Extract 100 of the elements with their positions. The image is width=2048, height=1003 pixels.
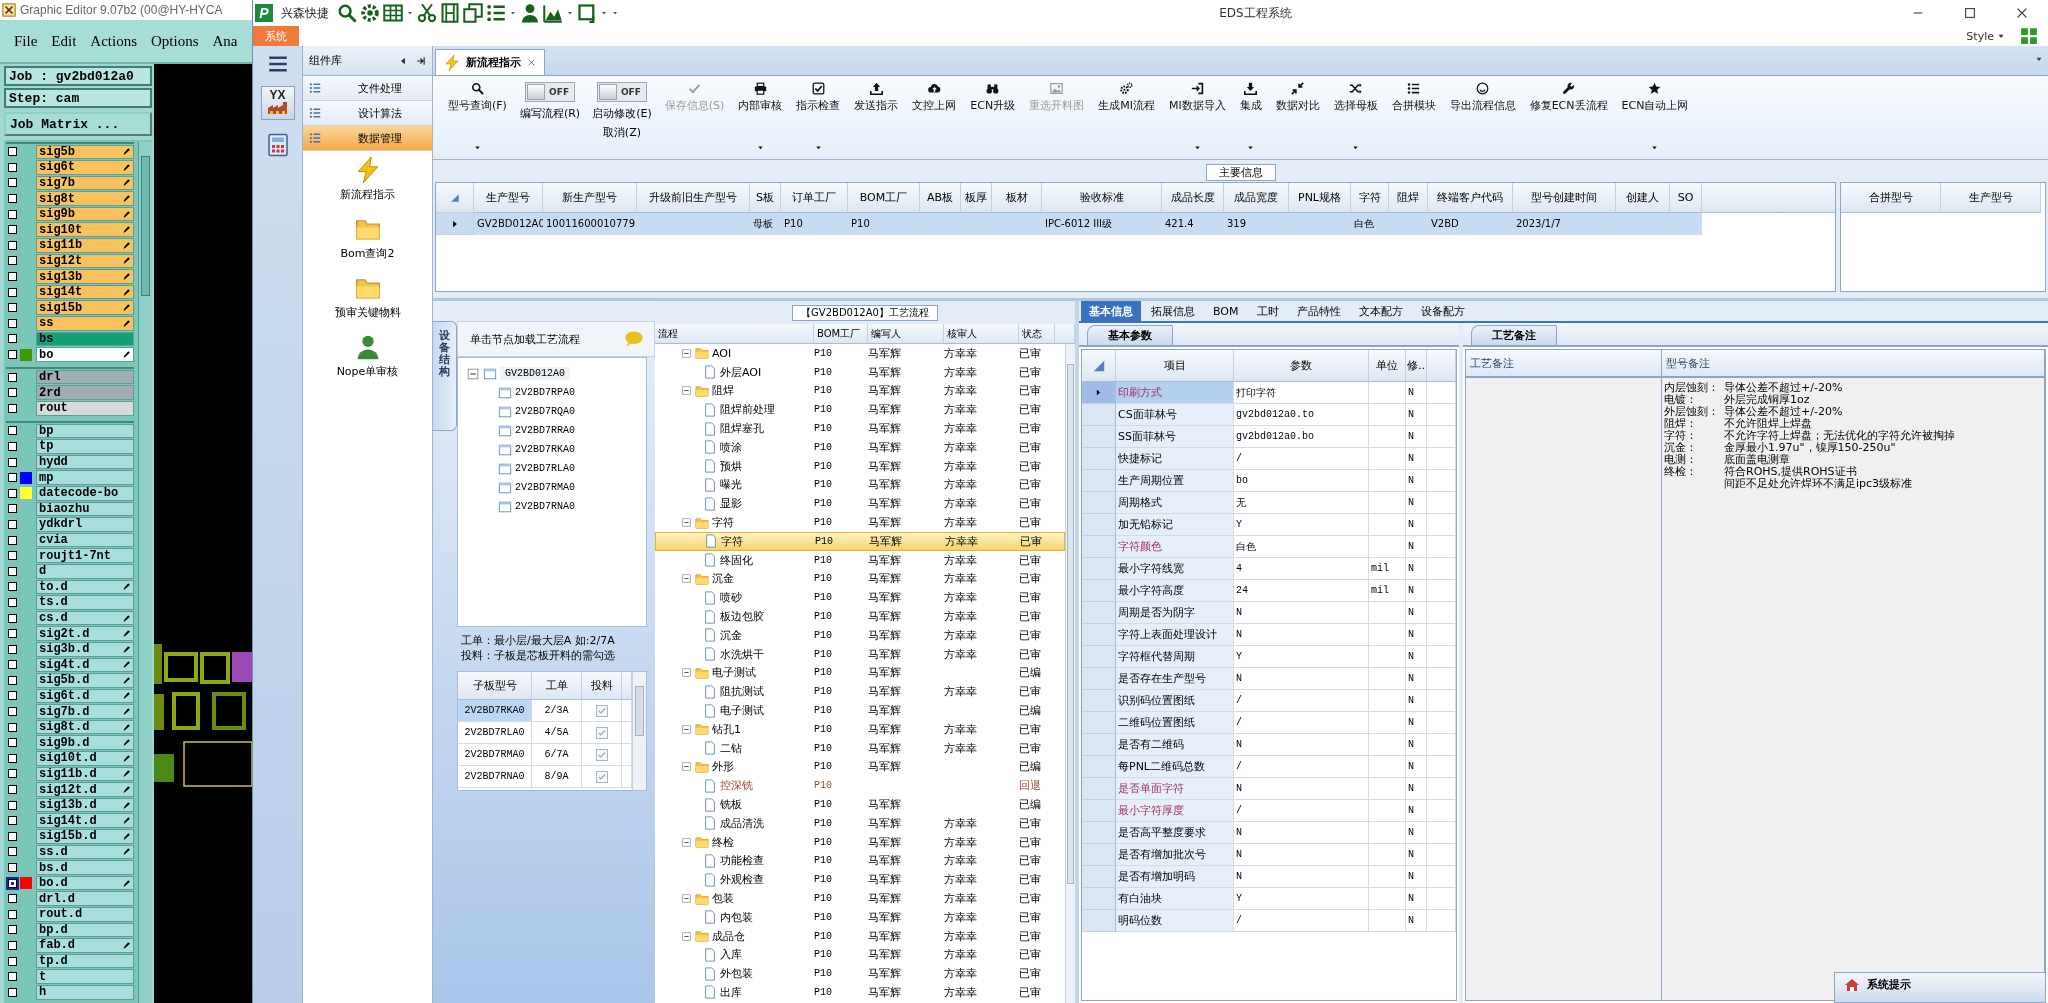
layer-checkbox[interactable] [8,256,17,266]
style-menu[interactable]: Style [1966,29,2006,43]
layer-name[interactable]: ss [36,316,134,331]
tree-node[interactable]: 2V2BD7RQA0 [515,406,575,417]
collapse-icon[interactable] [681,893,692,904]
layer-name[interactable]: sig9b [36,206,134,222]
collapse-icon[interactable] [681,723,692,735]
layer-checkbox[interactable] [8,457,17,467]
step-name[interactable]: 二钻 [720,740,742,756]
close-icon[interactable] [527,58,536,67]
layer-checkbox[interactable] [8,372,17,382]
layer-checkbox[interactable] [8,473,17,483]
step-name[interactable]: 电子测试 [720,703,764,719]
scissors-icon[interactable] [417,3,437,23]
layer-checkbox[interactable] [8,442,17,451]
module-button[interactable]: Nope单审核 [336,334,399,379]
layer-name[interactable]: h [36,984,134,1000]
layer-name[interactable]: cs.d [36,610,134,626]
step-name[interactable]: 阻焊前处理 [720,402,775,418]
collapse-icon[interactable] [681,347,692,359]
layer-checkbox[interactable] [8,987,17,997]
tab[interactable]: 设备配方 [1412,301,1473,321]
layer-checkbox[interactable] [8,707,17,717]
layer-checkbox[interactable] [8,785,17,795]
collapse-icon[interactable] [681,930,692,942]
tab-label[interactable]: 新流程指示 [466,55,521,70]
layer-name[interactable]: sig7b.d [36,704,134,719]
collapse-icon[interactable] [681,517,692,529]
frame-icon[interactable] [577,3,597,23]
tab[interactable]: 产品特性 [1288,301,1349,321]
tree-node[interactable]: 2V2BD7RPA0 [515,387,575,398]
tree-node[interactable]: 2V2BD7RMA0 [515,482,575,493]
column-header[interactable]: 状态 [1019,324,1055,344]
layer-checkbox[interactable] [8,691,17,701]
layer-checkbox[interactable] [8,894,17,904]
layer-name[interactable]: datecode-bo [36,485,134,501]
layer-name[interactable]: cvia [36,532,134,548]
column-header[interactable]: 生产型号 [474,183,543,213]
scrollbar[interactable] [632,672,646,790]
layer-name[interactable]: ydkdrl [36,517,134,532]
tab[interactable]: 基本参数 [1087,325,1173,345]
toolbar-button[interactable]: 内部审核 [733,80,788,154]
layer-name[interactable]: sig12t.d [36,782,134,797]
layer-name[interactable]: roujt1-7nt [36,548,134,563]
table-cell[interactable]: 2V2BD7RNA0 [458,766,532,788]
toolbar-button[interactable]: ECN自动上网 [1616,80,1694,154]
layer-name[interactable]: sig4t.d [36,657,134,673]
layer-checkbox[interactable] [8,303,17,313]
layer-checkbox[interactable] [8,403,17,413]
tab[interactable]: 工艺备注 [1471,325,1557,345]
pin-icon[interactable] [416,55,426,66]
layer-checkbox[interactable] [8,488,17,498]
layer-name[interactable]: mp [36,470,134,485]
table-cell[interactable]: 2V2BD7RKA0 [458,700,532,722]
layer-name[interactable]: tp [36,439,134,454]
layer-name[interactable]: fab.d [36,938,134,953]
step-name[interactable]: 沉金 [720,627,742,643]
search-icon[interactable] [337,3,357,23]
column-header[interactable]: 终端客户代码 [1428,183,1513,213]
module-button[interactable]: 预审关键物料 [334,275,401,320]
step-name[interactable]: 终固化 [720,552,753,568]
column-header[interactable]: 单位 [1369,350,1406,382]
layer-checkbox[interactable] [8,426,17,436]
layer-name[interactable]: biaozhu [36,501,134,517]
layer-checkbox[interactable] [8,847,17,857]
column-header[interactable]: PNL规格 [1289,183,1351,213]
tab[interactable]: BOM [1205,301,1247,321]
layer-name[interactable]: bp.d [36,922,134,938]
layer-name[interactable]: sig6t [36,160,134,175]
layer-name[interactable]: rout.d [36,907,134,922]
collapse-icon[interactable] [681,761,692,773]
step-name[interactable]: 铣板 [720,797,742,812]
column-header[interactable]: 订单工厂 [781,183,848,213]
column-header[interactable]: S板 [750,183,781,213]
column-header[interactable]: 参数 [1234,350,1369,382]
column-header[interactable]: 成品长度 [1162,183,1224,213]
layer-checkbox[interactable] [8,613,17,623]
layer-name[interactable]: bo [36,347,134,362]
layer-name[interactable]: hydd [36,454,134,470]
layer-name[interactable]: rout [36,401,134,416]
layer-name[interactable]: bs.d [36,860,134,875]
step-name[interactable]: 控深铣 [720,778,753,794]
chart-icon[interactable] [543,3,563,23]
step-name[interactable]: 喷砂 [720,590,742,606]
drawing-canvas[interactable] [154,64,252,1003]
tab[interactable]: 拓展信息 [1143,301,1203,321]
layer-checkbox[interactable] [8,738,17,748]
layer-checkbox[interactable] [8,753,17,763]
toolbar-button[interactable]: 集成 [1234,80,1267,154]
checkbox[interactable] [595,748,608,761]
column-header[interactable]: SO [1670,183,1702,213]
layer-checkbox[interactable] [8,519,17,529]
layer-name[interactable]: sig14t.d [36,813,134,829]
column-header[interactable]: BOM工厂 [814,324,868,344]
step-name[interactable]: 字符 [712,515,734,531]
person-icon[interactable] [520,3,540,23]
column-header[interactable]: 子板型号 [458,672,532,700]
step-name[interactable]: 成品仓 [712,928,745,944]
toggle-switch[interactable]: OFF [525,82,576,102]
layer-checkbox[interactable] [8,941,17,950]
